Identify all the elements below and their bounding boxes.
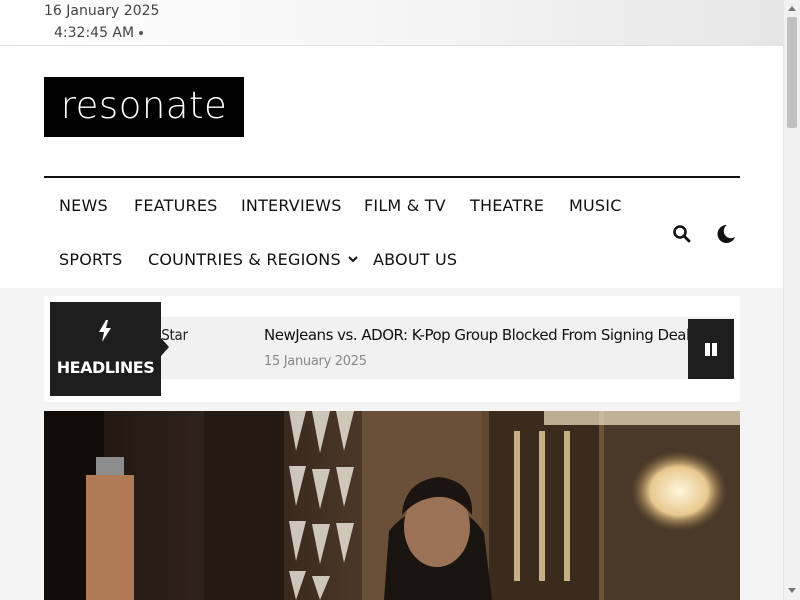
nav-divider [44, 176, 740, 178]
nav-item-news[interactable]: NEWS [59, 196, 108, 215]
pause-icon-bar [712, 343, 717, 356]
site-logo[interactable]: resonate [44, 77, 244, 137]
moon-icon[interactable] [713, 222, 737, 246]
clock-dot [139, 31, 144, 35]
nav-item-countries-regions[interactable]: COUNTRIES & REGIONS [148, 250, 358, 269]
nav-item-music[interactable]: MUSIC [569, 196, 622, 215]
top-bar: 16 January 2025 4:32:45 AM [0, 0, 783, 46]
scroll-up-arrow-icon[interactable] [788, 6, 796, 11]
current-date: 16 January 2025 [44, 3, 160, 19]
scroll-thumb[interactable] [787, 17, 797, 128]
nav-item-about-us[interactable]: ABOUT US [373, 250, 457, 269]
headlines-label: HEADLINES [56, 358, 155, 377]
search-icon[interactable] [672, 224, 692, 244]
nav-item-film-tv[interactable]: FILM & TV [364, 196, 446, 215]
nav-item-interviews[interactable]: INTERVIEWS [241, 196, 342, 215]
headlines-label-box: HEADLINES [50, 302, 169, 396]
nav-item-label: COUNTRIES & REGIONS [148, 250, 341, 269]
ticker-date: 15 January 2025 [264, 354, 367, 369]
headlines-notch [161, 338, 169, 356]
current-time: 4:32:45 AM [54, 25, 144, 41]
site-header: resonate NEWS FEATURES INTERVIEWS FILM &… [0, 46, 783, 288]
nav-item-sports[interactable]: SPORTS [59, 250, 122, 269]
ticker-pause-button[interactable] [688, 319, 734, 379]
pause-icon [705, 343, 710, 356]
featured-article-image[interactable] [44, 411, 740, 600]
nav-item-features[interactable]: FEATURES [134, 196, 217, 215]
hero-illustration [44, 411, 740, 600]
chevron-down-icon [348, 256, 358, 263]
scroll-down-arrow-icon[interactable] [788, 588, 796, 593]
page-scrollbar[interactable] [783, 0, 800, 600]
bolt-icon [99, 320, 111, 342]
nav-item-theatre[interactable]: THEATRE [470, 196, 544, 215]
ticker-headline-link[interactable]: NewJeans vs. ADOR: K-Pop Group Blocked F… [264, 326, 688, 344]
